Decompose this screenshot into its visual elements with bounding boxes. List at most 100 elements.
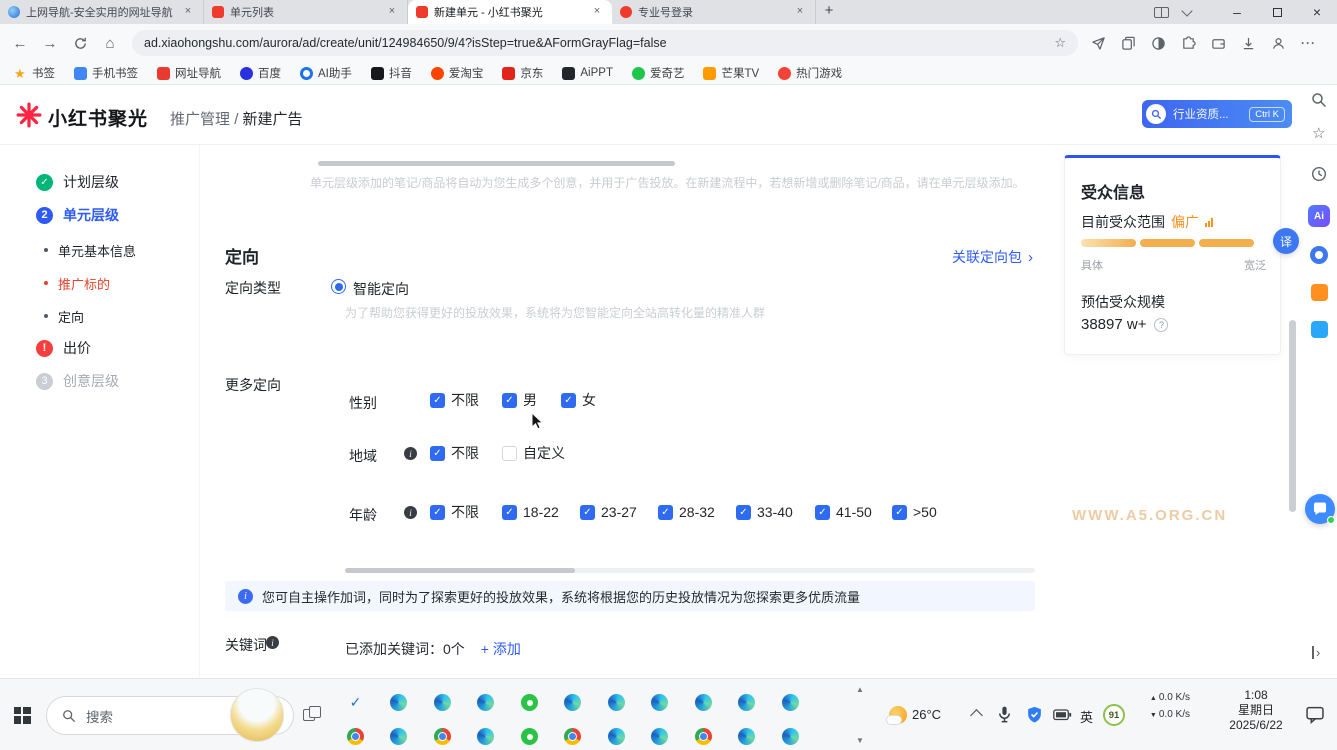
- smart-targeting-radio[interactable]: [331, 279, 346, 294]
- taskbar-scroll-up-icon[interactable]: ▲: [856, 686, 864, 694]
- bookmark-item[interactable]: 芒果TV: [703, 65, 759, 81]
- taskbar-app-icon-edge[interactable]: [782, 694, 799, 711]
- region-option-unlimited[interactable]: 不限: [430, 445, 479, 461]
- question-icon[interactable]: [1154, 318, 1168, 332]
- taskbar-app-icon-edge[interactable]: [564, 694, 581, 711]
- taskbar-app-icon-edge[interactable]: [651, 694, 668, 711]
- bookmark-item[interactable]: 抖音: [371, 65, 412, 81]
- window-maximize-button[interactable]: [1257, 0, 1297, 24]
- checkbox-unchecked-icon[interactable]: [502, 446, 517, 461]
- bookmark-item[interactable]: 网址导航: [157, 65, 221, 81]
- settings-menu-icon[interactable]: [1300, 35, 1317, 52]
- forward-button[interactable]: →: [36, 29, 64, 57]
- tab-list-chevron-icon[interactable]: [1181, 5, 1192, 16]
- horizontal-scrollbar-thumb[interactable]: [318, 161, 675, 166]
- extensions-icon[interactable]: [1180, 35, 1197, 52]
- bookmark-item[interactable]: 爱奇艺: [632, 65, 685, 81]
- taskbar-app-icon-edge[interactable]: [477, 728, 494, 745]
- new-tab-button[interactable]: [816, 0, 842, 24]
- share-icon[interactable]: [1090, 35, 1107, 52]
- sidebar-teal-app-icon[interactable]: [1311, 321, 1328, 338]
- bookmark-item[interactable]: 爱淘宝: [431, 65, 484, 81]
- taskbar-app-icon-chrome[interactable]: [564, 728, 581, 745]
- sidebar-orange-app-icon[interactable]: [1311, 284, 1328, 301]
- home-button[interactable]: ⌂: [96, 29, 124, 57]
- sidebar-ai-assistant-icon[interactable]: Ai: [1308, 205, 1330, 227]
- step-unit-level[interactable]: 2 单元层级: [0, 205, 119, 225]
- region-option-custom[interactable]: 自定义: [502, 445, 565, 461]
- taskbar-app-icon-edge[interactable]: [477, 694, 494, 711]
- profile-icon[interactable]: [1270, 35, 1287, 52]
- step-promotion-target[interactable]: 推广标的: [0, 273, 110, 293]
- gender-option-unlimited[interactable]: 不限: [430, 392, 479, 408]
- tray-expand-chevron-icon[interactable]: [970, 709, 983, 722]
- tab-close-icon[interactable]: [590, 5, 604, 19]
- taskbar-app-icon-edge[interactable]: [608, 694, 625, 711]
- taskbar-app-icon-edge[interactable]: [608, 728, 625, 745]
- start-button[interactable]: [0, 679, 44, 750]
- bookmark-item[interactable]: 书签: [14, 65, 55, 81]
- targeting-package-link[interactable]: 关联定向包: [952, 247, 1033, 267]
- taskbar-app-icon-edge[interactable]: [695, 694, 712, 711]
- health-score-badge[interactable]: 91: [1103, 704, 1125, 726]
- weather-temp[interactable]: 26°C: [912, 707, 941, 722]
- horizontal-scrollbar-thumb[interactable]: [345, 568, 575, 573]
- refresh-button[interactable]: [66, 29, 94, 57]
- checkbox-checked-icon[interactable]: [658, 505, 673, 520]
- bookmark-item[interactable]: 热门游戏: [778, 65, 842, 81]
- age-option-18-22[interactable]: 18-22: [502, 504, 559, 520]
- favorite-star-icon[interactable]: [1054, 35, 1066, 51]
- checkbox-checked-icon[interactable]: [580, 505, 595, 520]
- split-screen-icon[interactable]: [1154, 7, 1169, 18]
- taskbar-app-icon-green[interactable]: [521, 694, 538, 711]
- url-text[interactable]: ad.xiaohongshu.com/aurora/ad/create/unit…: [144, 36, 1046, 50]
- bookmark-item[interactable]: 手机书签: [74, 65, 138, 81]
- age-option-28-32[interactable]: 28-32: [658, 504, 715, 520]
- taskbar-app-icon-edge[interactable]: [738, 694, 755, 711]
- search-highlight-icon[interactable]: [230, 688, 284, 742]
- checkbox-checked-icon[interactable]: [561, 393, 576, 408]
- translate-float-icon[interactable]: 译: [1273, 228, 1299, 254]
- copilot-icon[interactable]: [1150, 35, 1167, 52]
- security-shield-icon[interactable]: [1026, 706, 1043, 727]
- breadcrumb-section[interactable]: 推广管理: [170, 111, 230, 128]
- region-info-icon[interactable]: [404, 447, 417, 460]
- browser-tab-active-new-unit[interactable]: 新建单元 - 小红书聚光: [408, 0, 612, 24]
- taskbar-app-icon-edge[interactable]: [651, 728, 668, 745]
- bookmark-item[interactable]: AI助手: [300, 65, 352, 81]
- browser-tab-nav-site[interactable]: 上网导航-安全实用的网址导航: [0, 0, 204, 24]
- checkbox-checked-icon[interactable]: [892, 505, 907, 520]
- age-option-unlimited[interactable]: 不限: [430, 504, 479, 520]
- taskbar-app-icon-edge[interactable]: [390, 694, 407, 711]
- browser-tab-pro-login[interactable]: 专业号登录: [612, 0, 816, 24]
- age-option-33-40[interactable]: 33-40: [736, 504, 793, 520]
- tab-close-icon[interactable]: [793, 5, 807, 19]
- sidebar-blue-app-icon[interactable]: [1310, 246, 1328, 264]
- tab-close-icon[interactable]: [385, 5, 399, 19]
- sidebar-favorites-icon[interactable]: [1312, 124, 1325, 142]
- step-unit-basic-info[interactable]: 单元基本信息: [0, 240, 136, 260]
- window-close-button[interactable]: [1297, 0, 1337, 24]
- smart-targeting-radio-label[interactable]: 智能定向: [353, 279, 409, 299]
- gender-option-male[interactable]: 男: [502, 392, 537, 408]
- task-view-icon[interactable]: [303, 706, 321, 724]
- sidebar-collapse-icon[interactable]: [1312, 646, 1320, 659]
- gender-option-female[interactable]: 女: [561, 392, 596, 408]
- bookmark-item[interactable]: 百度: [240, 65, 281, 81]
- taskbar-scroll-down-icon[interactable]: ▼: [856, 737, 864, 745]
- customer-service-chat-icon[interactable]: [1305, 494, 1335, 524]
- taskbar-app-icon-chrome[interactable]: [434, 728, 451, 745]
- age-option-41-50[interactable]: 41-50: [815, 504, 872, 520]
- window-minimize-button[interactable]: [1217, 0, 1257, 24]
- sidebar-search-icon[interactable]: [1311, 92, 1327, 108]
- step-creative-level[interactable]: 3 创意层级: [0, 371, 119, 391]
- age-option-23-27[interactable]: 23-27: [580, 504, 637, 520]
- bookmark-item[interactable]: 京东: [502, 65, 543, 81]
- browser-tab-unit-list[interactable]: 单元列表: [204, 0, 408, 24]
- weather-icon[interactable]: [889, 706, 907, 724]
- taskbar-app-icon-edge[interactable]: [782, 728, 799, 745]
- keywords-info-icon[interactable]: [266, 636, 279, 649]
- battery-icon[interactable]: [1053, 709, 1072, 724]
- back-button[interactable]: ←: [6, 29, 34, 57]
- step-targeting[interactable]: 定向: [0, 306, 84, 326]
